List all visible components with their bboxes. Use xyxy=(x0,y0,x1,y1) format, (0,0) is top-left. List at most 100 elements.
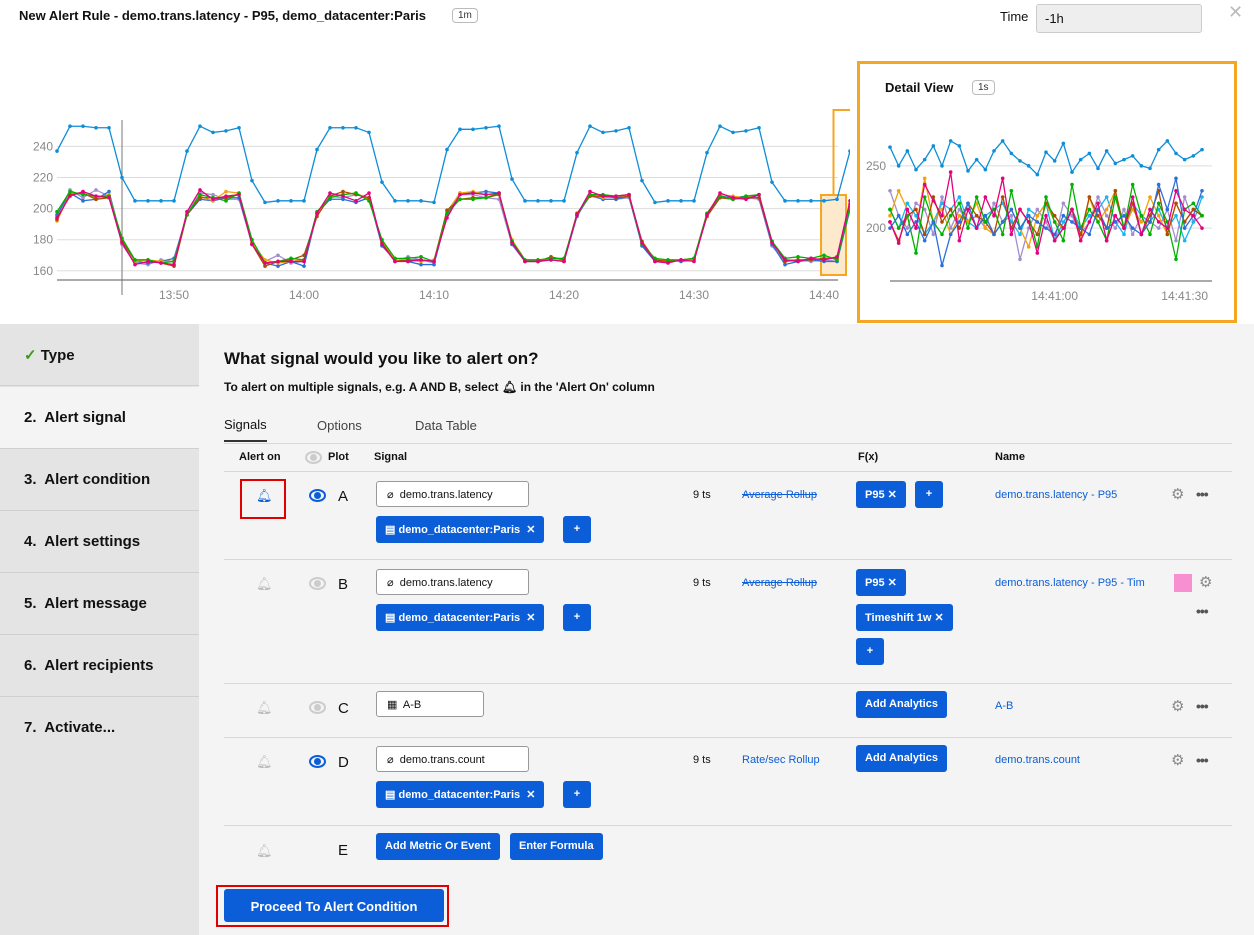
data-point xyxy=(81,189,85,194)
bell-icon[interactable]: 🔔︎ xyxy=(256,700,273,716)
data-point xyxy=(848,199,850,203)
data-point xyxy=(1174,176,1178,181)
eye-icon[interactable] xyxy=(309,701,326,714)
data-point xyxy=(653,200,657,205)
add-filter-button[interactable]: + xyxy=(563,781,591,808)
gear-icon[interactable]: ⚙ xyxy=(1171,485,1184,503)
main-chart[interactable]: 160 180 200 220 240 13:50 14:00 14:10 14:20 14:30… xyxy=(0,0,850,320)
remove-function-icon[interactable]: ✕ xyxy=(935,612,944,624)
remove-function-icon[interactable]: ✕ xyxy=(888,489,897,501)
close-icon[interactable]: ✕ xyxy=(1228,2,1243,23)
enter-formula-button[interactable]: Enter Formula xyxy=(510,833,603,860)
data-point xyxy=(549,258,553,262)
metric-chip[interactable]: ⌀ demo.trans.latency xyxy=(376,481,529,507)
add-analytics-button[interactable]: Add Analytics xyxy=(856,691,947,718)
remove-function-icon[interactable]: ✕ xyxy=(888,577,897,589)
sidebar-item-alert-settings[interactable]: 4. Alert settings xyxy=(0,511,199,573)
add-function-button[interactable]: + xyxy=(856,638,884,665)
function-chip[interactable]: P95 ✕ xyxy=(856,569,906,596)
function-chip[interactable]: P95 ✕ xyxy=(856,481,906,508)
signal-name[interactable]: A-B xyxy=(995,700,1013,712)
y-tick-label: 180 xyxy=(33,233,53,247)
more-options-icon[interactable]: ••• xyxy=(1196,603,1209,619)
data-point xyxy=(974,226,979,230)
tab-options[interactable]: Options xyxy=(317,418,362,433)
function-chip[interactable]: Timeshift 1w ✕ xyxy=(856,604,953,631)
data-point xyxy=(888,220,892,224)
data-point xyxy=(1044,226,1048,230)
eye-icon[interactable] xyxy=(309,577,326,590)
gear-icon[interactable]: ⚙ xyxy=(1171,697,1184,715)
filter-chip[interactable]: ▤ demo_datacenter:Paris ✕ xyxy=(376,781,545,808)
rollup-link[interactable]: Average Rollup xyxy=(742,577,817,589)
metric-chip[interactable]: ⌀ demo.trans.count xyxy=(376,746,529,772)
rollup-link[interactable]: Average Rollup xyxy=(742,489,817,501)
data-point xyxy=(1035,207,1040,212)
sidebar-item-alert-recipients[interactable]: 6. Alert recipients xyxy=(0,635,199,697)
add-filter-button[interactable]: + xyxy=(563,516,591,543)
rollup-link[interactable]: Rate/sec Rollup xyxy=(742,754,820,766)
divider xyxy=(224,559,1232,560)
signal-letter: B xyxy=(338,576,349,593)
data-point xyxy=(484,195,488,200)
detail-chart[interactable]: 200 250 14:41:00 14:41:30 xyxy=(857,61,1237,323)
add-metric-button[interactable]: Add Metric Or Event xyxy=(376,833,500,860)
bell-icon[interactable]: 🔔︎ xyxy=(256,488,273,504)
formula-chip[interactable]: ▦ A-B xyxy=(376,691,484,717)
data-point xyxy=(1096,195,1100,199)
data-point xyxy=(120,175,124,180)
data-point xyxy=(1174,188,1178,193)
data-point xyxy=(948,213,953,218)
sidebar-item-activate[interactable]: 7. Activate... xyxy=(0,697,199,759)
eye-icon[interactable] xyxy=(309,755,326,768)
signal-name[interactable]: demo.trans.count xyxy=(995,754,1080,766)
eye-icon[interactable] xyxy=(309,489,326,502)
data-point xyxy=(341,197,345,202)
time-range-input[interactable]: -1h xyxy=(1036,4,1202,33)
data-point xyxy=(1000,232,1005,237)
sidebar-item-type[interactable]: ✓ Type xyxy=(0,324,199,386)
data-point xyxy=(718,191,722,195)
column-header-fx: F(x) xyxy=(858,451,879,463)
subtitle-text: in the 'Alert On' column xyxy=(520,380,655,394)
data-point xyxy=(211,197,215,202)
series-color-swatch[interactable] xyxy=(1174,574,1192,592)
data-point xyxy=(1200,226,1204,230)
bell-icon[interactable]: 🔔︎ xyxy=(256,576,273,592)
remove-filter-icon[interactable]: ✕ xyxy=(526,789,535,801)
bell-icon[interactable]: 🔔︎ xyxy=(256,843,273,859)
data-point xyxy=(1061,220,1066,224)
gear-icon[interactable]: ⚙ xyxy=(1199,573,1212,591)
metric-chip[interactable]: ⌀ demo.trans.latency xyxy=(376,569,529,595)
add-filter-button[interactable]: + xyxy=(563,604,591,631)
more-options-icon[interactable]: ••• xyxy=(1196,752,1209,768)
bell-icon[interactable]: 🔔︎ xyxy=(256,754,273,770)
gear-icon[interactable]: ⚙ xyxy=(1171,751,1184,769)
add-function-button[interactable]: + xyxy=(915,481,943,508)
add-analytics-button[interactable]: Add Analytics xyxy=(856,745,947,772)
data-point xyxy=(966,207,970,212)
data-point xyxy=(198,124,202,129)
more-options-icon[interactable]: ••• xyxy=(1196,698,1209,714)
data-point xyxy=(328,195,332,200)
filter-chip[interactable]: ▤ demo_datacenter:Paris ✕ xyxy=(376,516,545,543)
data-point xyxy=(796,259,800,264)
eye-icon[interactable] xyxy=(305,451,322,464)
tab-signals[interactable]: Signals xyxy=(224,417,267,442)
timeseries-count: 9 ts xyxy=(693,577,711,589)
remove-filter-icon[interactable]: ✕ xyxy=(526,612,535,624)
signal-name[interactable]: demo.trans.latency - P95 - Tim xyxy=(995,577,1157,589)
sidebar-item-alert-condition[interactable]: 3. Alert condition xyxy=(0,449,199,511)
data-point xyxy=(432,200,436,205)
proceed-button[interactable]: Proceed To Alert Condition xyxy=(224,889,444,922)
signal-name[interactable]: demo.trans.latency - P95 xyxy=(995,489,1117,501)
tab-data-table[interactable]: Data Table xyxy=(415,418,477,433)
sidebar-item-alert-message[interactable]: 5. Alert message xyxy=(0,573,199,635)
remove-filter-icon[interactable]: ✕ xyxy=(526,524,535,536)
data-point xyxy=(1148,166,1152,171)
signal-letter: C xyxy=(338,700,349,717)
filter-chip[interactable]: ▤ demo_datacenter:Paris ✕ xyxy=(376,604,545,631)
data-point xyxy=(484,125,488,130)
more-options-icon[interactable]: ••• xyxy=(1196,486,1209,502)
sidebar-item-alert-signal[interactable]: 2. Alert signal xyxy=(0,387,200,449)
